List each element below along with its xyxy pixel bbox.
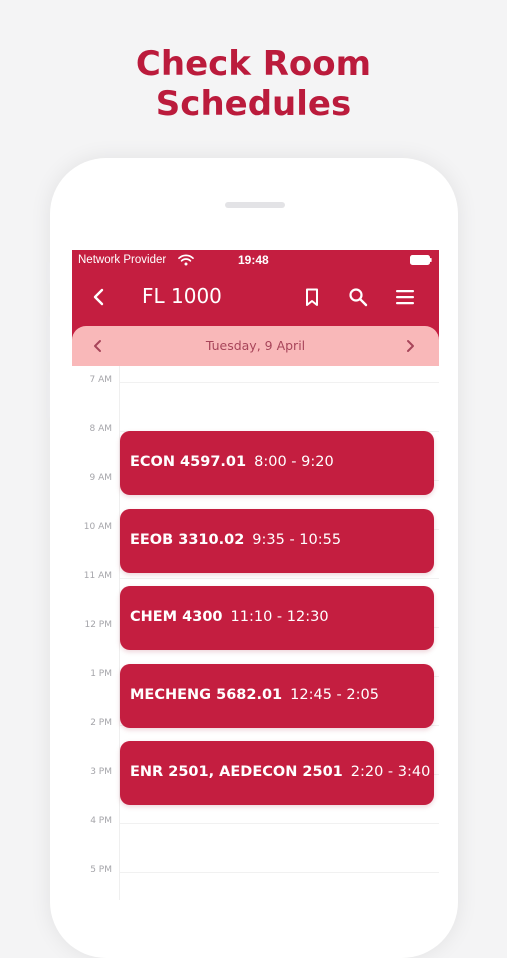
- hour-label: 3 PM: [90, 767, 112, 777]
- hour-gridline: [120, 872, 439, 873]
- event-card[interactable]: CHEM 4300 11:10 - 12:30: [120, 586, 434, 650]
- chevron-right-icon[interactable]: [402, 338, 418, 354]
- phone-volume-up: [46, 316, 50, 362]
- hour-row: 7 AM: [72, 375, 439, 385]
- search-icon[interactable]: [348, 287, 368, 307]
- hour-gridline: [120, 578, 439, 579]
- event-text: MECHENG 5682.01 12:45 - 2:05: [130, 687, 379, 703]
- status-bar: Network Provider 19:48: [72, 250, 439, 272]
- toolbar: FL 1000: [72, 276, 439, 318]
- date-navigator: Tuesday, 9 April: [72, 326, 439, 366]
- event-card[interactable]: EEOB 3310.02 9:35 - 10:55: [120, 508, 434, 573]
- event-text: ENR 2501, AEDECON 2501 2:20 - 3:40: [130, 764, 430, 780]
- bookmark-icon[interactable]: [302, 287, 322, 307]
- event-card[interactable]: ECON 4597.01 8:00 - 9:20: [120, 431, 434, 495]
- status-time: 19:48: [238, 253, 269, 267]
- hour-label: 1 PM: [90, 669, 112, 679]
- selected-date: Tuesday, 9 April: [205, 338, 306, 353]
- hour-label: 2 PM: [90, 718, 112, 728]
- event-course: ENR 2501, AEDECON 2501: [130, 764, 343, 780]
- room-title: FL 1000: [142, 284, 222, 308]
- app-screen: Network Provider 19:48 FL 1000 Tuesday, …: [72, 250, 439, 900]
- battery-icon: [410, 255, 432, 265]
- event-time: 2:20 - 3:40: [350, 764, 431, 780]
- event-card[interactable]: ENR 2501, AEDECON 2501 2:20 - 3:40: [120, 741, 434, 805]
- hour-row: 5 PM: [72, 865, 439, 875]
- event-text: EEOB 3310.02 9:35 - 10:55: [130, 532, 341, 548]
- hour-gridline: [120, 382, 439, 383]
- event-course: MECHENG 5682.01: [130, 686, 283, 703]
- phone-speaker: [225, 202, 285, 208]
- hour-row: 11 AM: [72, 571, 439, 581]
- day-timeline: 7 AM 8 AM 9 AM 10 AM 11 AM 12 PM 1 PM 2 PM 3 PM 4…: [72, 366, 439, 900]
- hour-label: 12 PM: [84, 620, 112, 630]
- event-time: 12:45 - 2:05: [290, 686, 379, 703]
- event-time: 8:00 - 9:20: [254, 454, 334, 470]
- back-icon[interactable]: [88, 286, 110, 308]
- event-course: ECON 4597.01: [130, 454, 247, 470]
- headline-line-1: Check Room: [135, 44, 372, 84]
- event-course: EEOB 3310.02: [130, 531, 245, 548]
- wifi-icon: [178, 254, 194, 266]
- carrier-name: Network Provider: [78, 254, 167, 266]
- hour-label: 10 AM: [83, 522, 112, 532]
- event-time: 11:10 - 12:30: [230, 609, 329, 625]
- headline-line-2: Schedules: [155, 84, 352, 124]
- event-time: 9:35 - 10:55: [252, 531, 342, 548]
- promo-headline: Check Room Schedules: [0, 44, 507, 124]
- hour-label: 11 AM: [83, 571, 112, 581]
- event-course: CHEM 4300: [130, 609, 223, 625]
- hour-label: 7 AM: [89, 375, 112, 385]
- hour-gridline: [120, 823, 439, 824]
- hour-label: 8 AM: [89, 424, 112, 434]
- phone-volume-down: [46, 372, 50, 418]
- event-card[interactable]: MECHENG 5682.01 12:45 - 2:05: [120, 663, 434, 728]
- menu-icon[interactable]: [394, 287, 416, 307]
- event-text: ECON 4597.01 8:00 - 9:20: [130, 454, 334, 470]
- hour-row: 4 PM: [72, 816, 439, 826]
- phone-mute-switch: [46, 262, 50, 284]
- event-text: CHEM 4300 11:10 - 12:30: [130, 609, 329, 625]
- hour-label: 4 PM: [90, 816, 112, 826]
- hour-label: 9 AM: [89, 473, 112, 483]
- hour-label: 5 PM: [90, 865, 112, 875]
